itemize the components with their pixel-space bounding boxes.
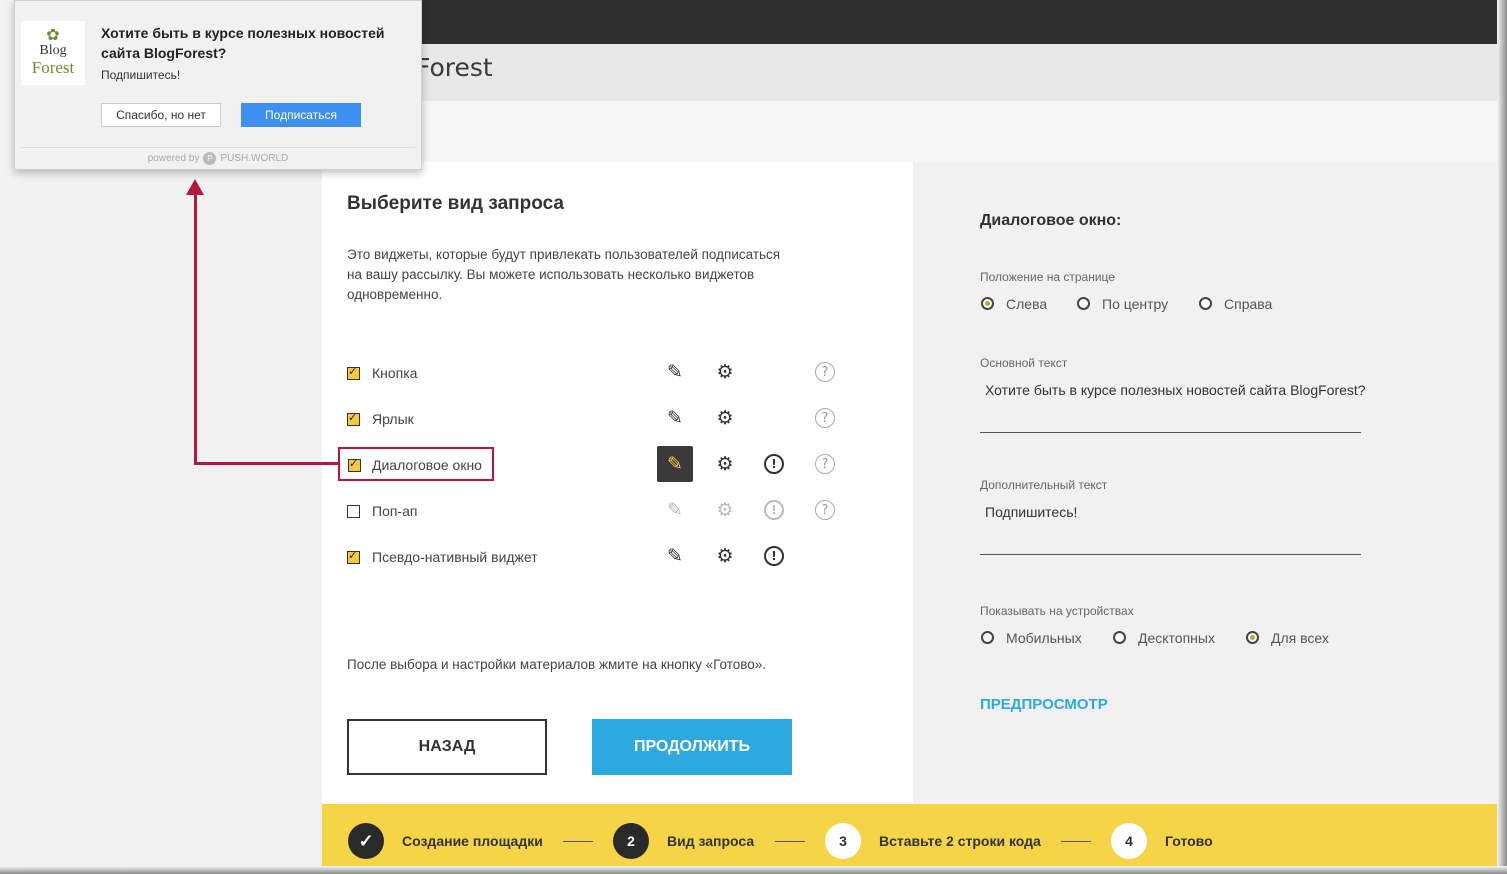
main-text-field[interactable]: Хотите быть в курсе полезных новостей са…: [985, 382, 1366, 398]
main-text-label: Основной текст: [980, 356, 1068, 370]
step-separator: [1061, 841, 1091, 842]
widget-row-label: Ярлык ✎ ⚙ ?: [347, 407, 847, 431]
frame-shadow-right: [1497, 0, 1507, 874]
devices-label: Показывать на устройствах: [980, 604, 1134, 618]
preview-link[interactable]: ПРЕДПРОСМОТР: [980, 696, 1108, 713]
pencil-icon[interactable]: ✎: [657, 446, 693, 482]
panel-title: Выберите вид запроса: [347, 193, 564, 214]
widget-label: Псевдо-нативный виджет: [372, 549, 538, 565]
extra-text-field[interactable]: Подпишитесь!: [985, 504, 1077, 520]
step-4-number: 4: [1111, 823, 1147, 859]
question-icon[interactable]: ?: [815, 454, 835, 474]
frame-shadow-bottom: [0, 866, 1507, 874]
step-3-label: Вставьте 2 строки кода: [879, 833, 1041, 849]
gear-eye-icon[interactable]: ⚙: [712, 405, 738, 431]
question-icon[interactable]: ?: [815, 408, 835, 428]
step-separator: [563, 841, 593, 842]
annotation-arrow-head: [186, 179, 204, 195]
device-all-label: Для всех: [1271, 630, 1329, 646]
clock-alert-icon: !: [764, 500, 784, 520]
device-mobile-label: Мобильных: [1006, 630, 1082, 646]
extra-text-label: Дополнительный текст: [980, 478, 1108, 492]
clock-alert-icon[interactable]: !: [764, 546, 784, 566]
step-4-label: Готово: [1165, 833, 1213, 849]
question-icon[interactable]: ?: [815, 362, 835, 382]
annotation-arrow-horizontal: [194, 462, 339, 465]
device-desktop-radio[interactable]: [1113, 631, 1126, 644]
powered-by-text: powered by: [147, 153, 200, 164]
subscription-popup: ✿ Blog Forest Хотите быть в курсе полезн…: [14, 0, 422, 170]
widget-checkbox[interactable]: [347, 365, 360, 380]
pushworld-icon: P: [203, 152, 217, 165]
annotation-arrow-vertical: [194, 192, 197, 465]
logo-line2: Forest: [31, 58, 75, 77]
widget-label: Поп-ап: [372, 503, 418, 519]
device-desktop-label: Десктопных: [1138, 630, 1215, 646]
pencil-icon: ✎: [667, 499, 683, 521]
widget-row-button: Кнопка ✎ ⚙ ?: [347, 361, 847, 385]
device-mobile-radio[interactable]: [981, 631, 994, 644]
popup-footer: powered by P PUSH.WORLD: [21, 147, 415, 169]
main-text-underline: [980, 432, 1361, 433]
position-center-radio[interactable]: [1077, 297, 1090, 310]
gear-eye-icon[interactable]: ⚙: [712, 359, 738, 385]
left-column: [20, 162, 322, 874]
screenshot-frame: Forest Выберите вид запроса Это виджеты,…: [0, 0, 1507, 874]
widget-row-native: Псевдо-нативный виджет ✎ ⚙ !: [347, 545, 847, 569]
widget-checkbox[interactable]: [347, 411, 360, 426]
subscribe-button[interactable]: Подписаться: [241, 103, 361, 127]
step-1-label: Создание площадки: [402, 833, 543, 849]
position-label: Положение на странице: [980, 270, 1115, 284]
step-3-number: 3: [825, 823, 861, 859]
decline-button[interactable]: Спасибо, но нет: [101, 103, 221, 127]
progress-steps: ✓ Создание площадки 2 Вид запроса 3 Вста…: [322, 804, 1497, 874]
pencil-icon[interactable]: ✎: [662, 405, 688, 431]
position-center-label: По центру: [1102, 296, 1169, 312]
position-left-radio[interactable]: [981, 297, 994, 310]
pencil-icon[interactable]: ✎: [662, 359, 688, 385]
annotation-highlight-box: [338, 447, 494, 481]
position-right-radio[interactable]: [1199, 297, 1212, 310]
device-all-radio[interactable]: [1246, 631, 1259, 644]
widget-label: Ярлык: [372, 411, 414, 427]
gear-eye-icon[interactable]: ⚙: [712, 543, 738, 569]
panel-description: Это виджеты, которые будут привлекать по…: [347, 247, 781, 302]
widget-label: Кнопка: [372, 365, 418, 381]
step-1-check-icon: ✓: [348, 823, 384, 859]
step-2-label: Вид запроса: [667, 833, 755, 849]
clock-alert-icon[interactable]: !: [764, 454, 784, 474]
extra-text-underline: [980, 554, 1361, 555]
position-right-label: Справа: [1224, 296, 1273, 312]
settings-title: Диалоговое окно:: [980, 212, 1122, 229]
blogforest-logo: ✿ Blog Forest: [21, 21, 85, 85]
pencil-icon[interactable]: ✎: [662, 543, 688, 569]
back-button[interactable]: НАЗАД: [347, 719, 547, 775]
position-left-label: Слева: [1006, 296, 1048, 312]
header-title: Forest: [416, 53, 493, 82]
pushworld-brand[interactable]: PUSH.WORLD: [220, 153, 288, 164]
logo-line1: Blog: [39, 43, 67, 58]
step-2-number: 2: [613, 823, 649, 859]
widget-checkbox[interactable]: [347, 505, 360, 518]
gear-eye-icon[interactable]: ⚙: [712, 451, 738, 477]
popup-title: Хотите быть в курсе полезных новостей са…: [101, 25, 385, 61]
gear-eye-icon: ⚙: [716, 499, 734, 521]
question-icon[interactable]: ?: [815, 500, 835, 520]
instruction-note: После выбора и настройки материалов жмит…: [347, 657, 767, 672]
tree-icon: ✿: [46, 27, 60, 44]
continue-button[interactable]: ПРОДОЛЖИТЬ: [592, 719, 792, 775]
step-separator: [775, 841, 805, 842]
widget-row-popup: Поп-ап ✎ ⚙ ! ?: [347, 499, 847, 523]
popup-subtitle: Подпишитесь!: [101, 68, 181, 82]
widget-checkbox[interactable]: [347, 549, 360, 564]
